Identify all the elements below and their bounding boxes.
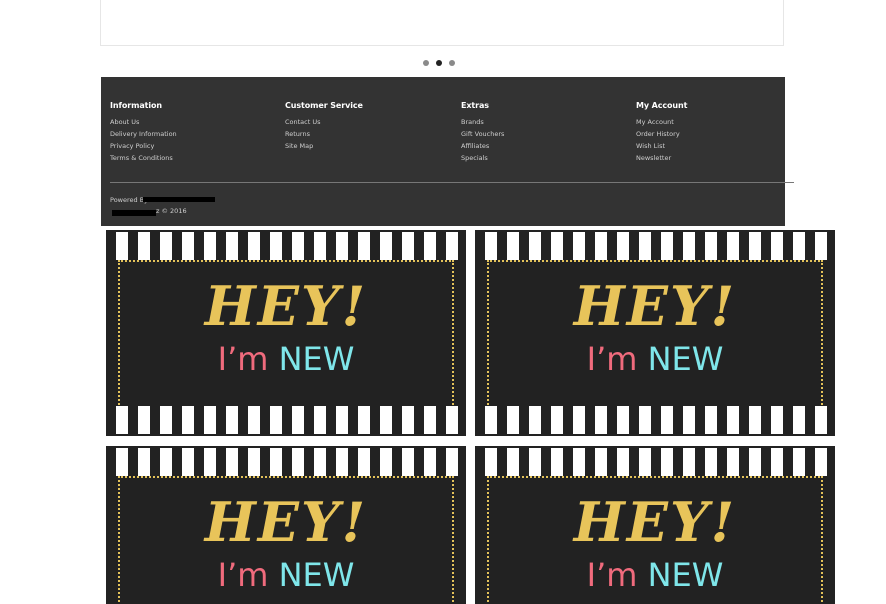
footer-column-information: Information About Us Delivery Informatio… <box>110 101 177 164</box>
footer-column-extras: Extras Brands Gift Vouchers Affiliates S… <box>461 101 504 164</box>
carousel-dot-3[interactable] <box>449 60 455 66</box>
footer-heading: Extras <box>461 101 489 110</box>
footer-heading: Information <box>110 101 162 110</box>
carousel-dot-2[interactable] <box>436 60 442 66</box>
carousel-pagination <box>423 60 455 68</box>
footer-heading: My Account <box>636 101 688 110</box>
footer-column-customer-service: Customer Service Contact Us Returns Site… <box>285 101 363 152</box>
banner-stripes-top <box>106 232 466 260</box>
banner-new-text: NEW <box>278 556 355 594</box>
banner-headline: HEY! <box>573 490 737 554</box>
hey-im-new-banner: HEY! I’m NEW <box>475 446 835 604</box>
footer-link-my-account[interactable]: My Account <box>636 118 674 126</box>
footer-link-gift-vouchers[interactable]: Gift Vouchers <box>461 130 504 138</box>
footer-link-order-history[interactable]: Order History <box>636 130 680 138</box>
redaction-mark <box>143 197 215 202</box>
hey-im-new-banner: HEY! I’m NEW <box>106 446 466 604</box>
banner-subline: I’m NEW <box>475 556 835 594</box>
footer-link-contact-us[interactable]: Contact Us <box>285 118 321 126</box>
banner-stripes-top <box>475 232 835 260</box>
banner-subline: I’m NEW <box>475 340 835 378</box>
carousel-dot-1[interactable] <box>423 60 429 66</box>
banner-headline: HEY! <box>573 274 737 338</box>
hey-im-new-banner: HEY! I’m NEW <box>106 230 466 436</box>
footer-link-specials[interactable]: Specials <box>461 154 488 162</box>
banner-im-text: I’m <box>586 556 638 594</box>
footer-heading: Customer Service <box>285 101 363 110</box>
copyright-text: z © 2016 <box>156 207 187 215</box>
footer-link-privacy-policy[interactable]: Privacy Policy <box>110 142 154 150</box>
banner-stripes-top <box>475 448 835 476</box>
carousel-panel <box>100 0 784 46</box>
footer-link-wish-list[interactable]: Wish List <box>636 142 665 150</box>
banner-new-text: NEW <box>278 340 355 378</box>
banner-subline: I’m NEW <box>106 556 466 594</box>
banner-im-text: I’m <box>217 340 269 378</box>
banner-subline: I’m NEW <box>106 340 466 378</box>
hey-im-new-banner: HEY! I’m NEW <box>475 230 835 436</box>
redaction-mark <box>112 210 156 216</box>
footer-link-terms-conditions[interactable]: Terms & Conditions <box>110 154 173 162</box>
footer-link-brands[interactable]: Brands <box>461 118 484 126</box>
banner-headline: HEY! <box>204 274 368 338</box>
footer-link-delivery-information[interactable]: Delivery Information <box>110 130 177 138</box>
banner-headline: HEY! <box>204 490 368 554</box>
footer-link-returns[interactable]: Returns <box>285 130 310 138</box>
footer-link-about-us[interactable]: About Us <box>110 118 139 126</box>
banner-new-text: NEW <box>647 340 724 378</box>
footer-divider <box>110 182 794 183</box>
footer-link-affiliates[interactable]: Affiliates <box>461 142 489 150</box>
footer-link-newsletter[interactable]: Newsletter <box>636 154 671 162</box>
banner-stripes-bottom <box>475 406 835 434</box>
banner-stripes-bottom <box>106 406 466 434</box>
banner-stripes-top <box>106 448 466 476</box>
footer-column-my-account: My Account My Account Order History Wish… <box>636 101 687 164</box>
banner-im-text: I’m <box>586 340 638 378</box>
banner-im-text: I’m <box>217 556 269 594</box>
banner-new-text: NEW <box>647 556 724 594</box>
site-footer: Information About Us Delivery Informatio… <box>101 77 794 226</box>
footer-link-site-map[interactable]: Site Map <box>285 142 313 150</box>
